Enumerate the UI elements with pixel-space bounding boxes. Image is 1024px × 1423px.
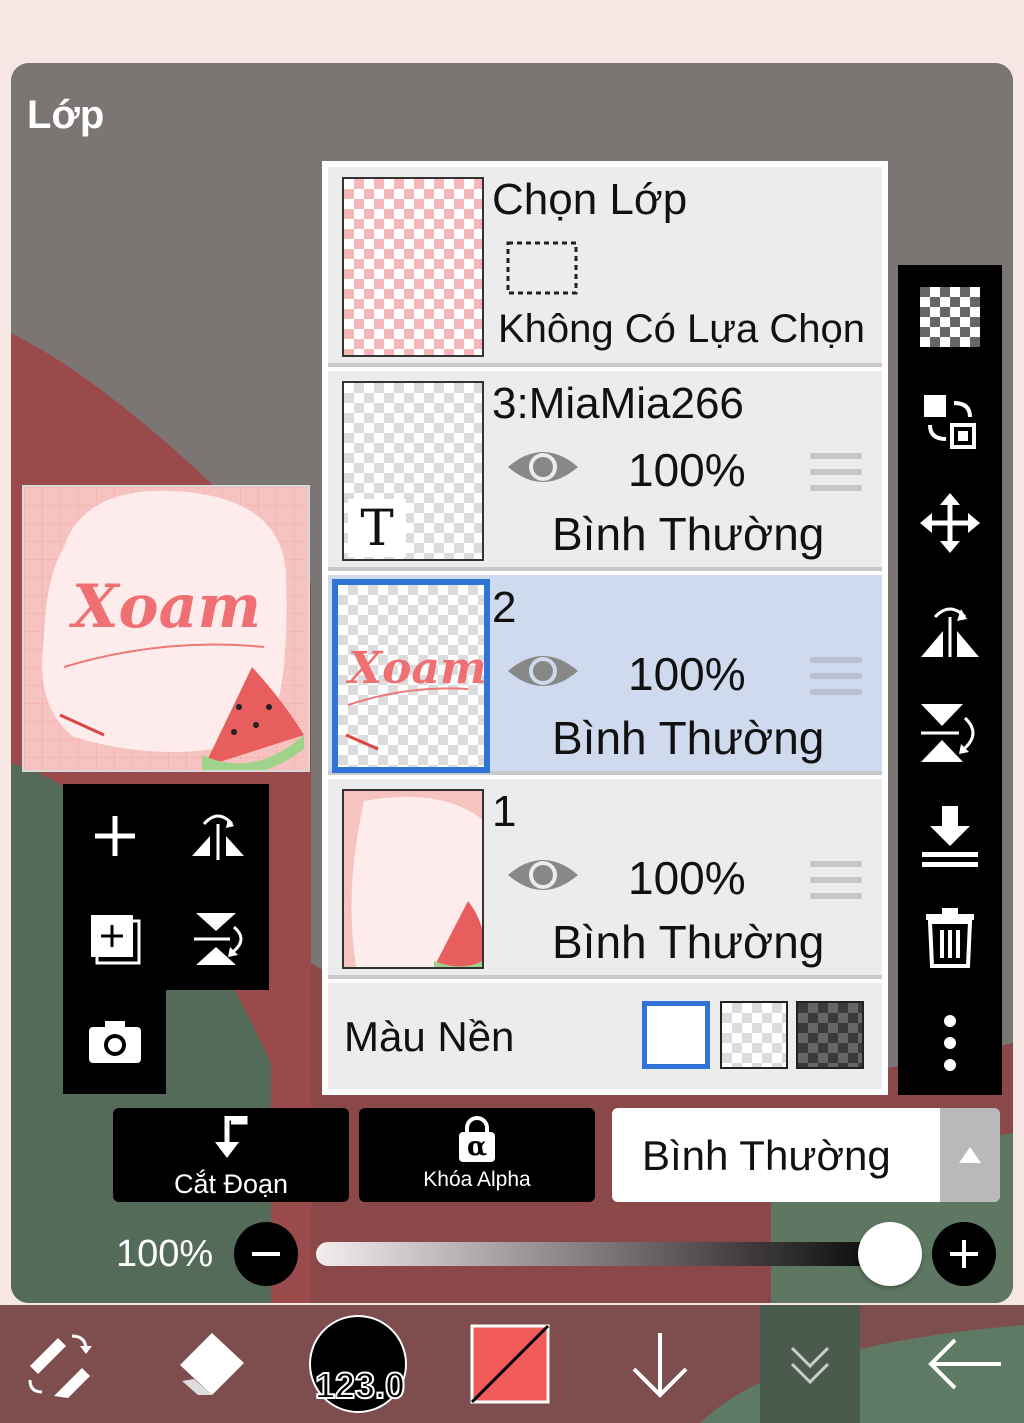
swap-layer-button[interactable]: [918, 389, 982, 453]
thumbnail-text: Xoam: [345, 643, 484, 694]
blend-mode-value: Bình Thường: [642, 1132, 891, 1179]
layer-thumbnail: Xoam: [332, 579, 490, 773]
flip-horizontal-button[interactable]: [918, 597, 982, 661]
delete-layer-button[interactable]: [918, 905, 982, 969]
arrow-down-icon: [632, 1333, 688, 1398]
blend-mode-select[interactable]: Bình Thường: [612, 1108, 1000, 1202]
duplicate-icon: [90, 914, 140, 964]
layer-thumbnail: T: [342, 381, 484, 561]
layer-opacity: 100%: [628, 648, 746, 700]
transform-button[interactable]: [18, 1305, 98, 1423]
background-color-label: Màu Nền: [344, 1013, 515, 1060]
move-button[interactable]: [918, 491, 982, 555]
layers-list: Chọn Lớp Không Có Lựa Chọn T 3:MiaMia266…: [322, 161, 888, 1095]
layer-blend-mode: Bình Thường: [552, 916, 825, 968]
opacity-slider-handle[interactable]: [858, 1222, 922, 1286]
brush-size-indicator: 123.0: [309, 1315, 407, 1413]
layer-thumbnail: [342, 789, 484, 969]
more-options-button[interactable]: [918, 1011, 982, 1075]
opacity-decrease-button[interactable]: [234, 1222, 298, 1286]
layer-blend-mode: Bình Thường: [552, 712, 825, 764]
text-layer-badge: T: [348, 499, 406, 557]
layer-name: 2: [492, 583, 517, 632]
alpha-lock-button[interactable]: α Khóa Alpha: [359, 1108, 595, 1202]
eraser-icon: [180, 1333, 244, 1395]
plus-icon: [950, 1240, 978, 1268]
checkerboard-icon: [920, 287, 980, 347]
collapse-icon: [790, 1346, 830, 1385]
selection-layer-thumbnail: [342, 177, 484, 357]
back-arrow-icon: [928, 1338, 1001, 1390]
panel-title: Lớp: [27, 93, 105, 137]
layer-thumbnail-art: [351, 797, 482, 967]
visibility-eye-icon[interactable]: [506, 443, 580, 491]
layer-row[interactable]: 1 100% Bình Thường: [328, 779, 882, 979]
flip-vertical-button[interactable]: [918, 701, 982, 765]
merge-down-icon: [922, 806, 978, 867]
opacity-value: 100%: [116, 1233, 214, 1275]
background-dark-swatch[interactable]: [796, 1001, 864, 1069]
flip-horizontal-icon: [921, 607, 979, 657]
layer-opacity: 100%: [628, 444, 746, 496]
color-swatch-icon: [470, 1324, 550, 1404]
selection-layer-row[interactable]: Chọn Lớp Không Có Lựa Chọn: [328, 167, 882, 367]
alpha-lock-label: Khóa Alpha: [423, 1168, 531, 1191]
alpha-lock-icon: α: [457, 1116, 497, 1162]
eraser-button[interactable]: [170, 1305, 250, 1423]
marquee-icon: [506, 241, 578, 295]
opacity-increase-button[interactable]: [932, 1222, 996, 1286]
dropdown-arrow-icon[interactable]: [940, 1108, 1000, 1202]
more-vertical-icon: [944, 1015, 956, 1071]
flip-horizontal-icon: [191, 814, 244, 860]
minus-icon: [252, 1252, 280, 1256]
selection-layer-title: Chọn Lớp: [492, 175, 688, 224]
visibility-eye-icon[interactable]: [506, 647, 580, 695]
back-button[interactable]: [920, 1305, 1010, 1423]
flip-vertical-icon: [193, 912, 242, 965]
move-icon: [920, 493, 980, 553]
layer-name: 1: [492, 787, 517, 836]
merge-down-button[interactable]: [918, 805, 982, 869]
canvas-preview[interactable]: Xoam: [22, 485, 310, 772]
brush-size-button[interactable]: 123.0: [308, 1305, 408, 1423]
visibility-eye-icon[interactable]: [506, 851, 580, 899]
camera-icon: [88, 1021, 141, 1063]
bottom-toolbar: 123.0: [0, 1305, 1024, 1423]
clipping-arrow-icon: [215, 1115, 248, 1158]
drag-handle-icon[interactable]: [810, 657, 862, 705]
background-color-row: Màu Nền: [328, 983, 882, 1089]
layer-opacity: 100%: [628, 852, 746, 904]
background-white-swatch[interactable]: [642, 1001, 710, 1069]
layer-thumbnail-art: Xoam: [345, 643, 484, 751]
layer-row[interactable]: T 3:MiaMia266 100% Bình Thường: [328, 371, 882, 571]
transform-icon: [28, 1334, 92, 1398]
swap-icon: [924, 395, 976, 449]
collapse-button[interactable]: [760, 1305, 860, 1423]
opacity-slider[interactable]: [316, 1242, 886, 1266]
clipping-label: Cắt Đoạn: [173, 1169, 289, 1199]
preview-text: Xoam: [68, 572, 261, 642]
drag-handle-icon[interactable]: [810, 453, 862, 501]
background-transparent-swatch[interactable]: [720, 1001, 788, 1069]
layer-blend-mode: Bình Thường: [552, 508, 825, 560]
layer-row-selected[interactable]: Xoam 2 100% Bình Thường: [328, 575, 882, 775]
layer-down-button[interactable]: [620, 1305, 700, 1423]
flip-vertical-icon: [921, 704, 975, 762]
add-layer-button[interactable]: [63, 784, 166, 887]
flip-vertical-button[interactable]: [166, 887, 269, 990]
clipping-button[interactable]: Cắt Đoạn: [113, 1108, 349, 1202]
preview-art: Xoam: [24, 487, 308, 770]
flip-horizontal-button[interactable]: [166, 784, 269, 887]
color-button[interactable]: [470, 1305, 550, 1423]
transparency-button[interactable]: [918, 285, 982, 349]
trash-icon: [926, 908, 974, 968]
selection-status: Không Có Lựa Chọn: [498, 307, 866, 351]
layer-actions-toolbar: [898, 265, 1002, 1095]
layer-name: 3:MiaMia266: [492, 379, 744, 428]
brush-size-value: 123.0: [314, 1364, 406, 1407]
duplicate-layer-button[interactable]: [63, 887, 166, 990]
plus-icon: [94, 815, 135, 856]
drag-handle-icon[interactable]: [810, 861, 862, 909]
camera-button[interactable]: [63, 990, 166, 1094]
